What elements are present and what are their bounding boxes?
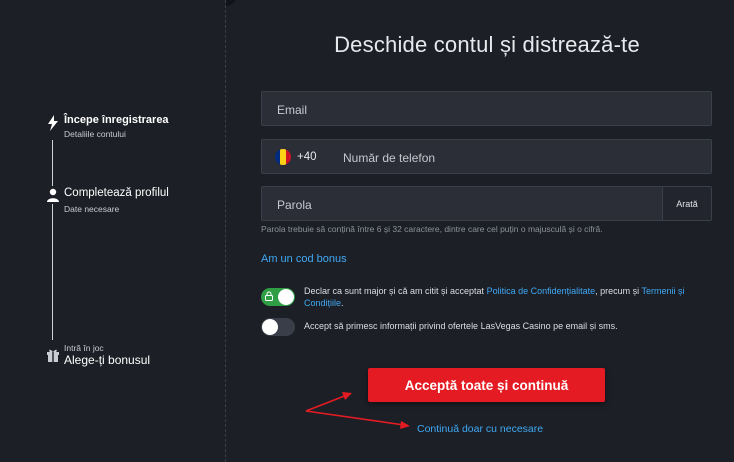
email-field[interactable]	[275, 92, 659, 127]
step-subtitle: Detaliile contului	[64, 129, 126, 139]
steps-connector-line	[52, 140, 53, 340]
lightning-icon	[44, 114, 62, 132]
password-field[interactable]	[275, 187, 659, 222]
romania-flag-icon[interactable]	[275, 149, 291, 165]
step-title: Alege-ți bonusul	[64, 353, 151, 367]
gift-icon	[44, 346, 62, 364]
phone-prefix[interactable]: +40	[297, 151, 317, 163]
phone-field[interactable]	[341, 140, 645, 175]
password-field-container: Arată	[261, 186, 712, 222]
legal-text-before: Declar ca sunt major și că am citit și a…	[304, 286, 487, 296]
marketing-consent-toggle[interactable]	[261, 318, 295, 336]
legal-consent-text: Declar ca sunt major și că am citit și a…	[304, 285, 704, 309]
continue-necessary-link[interactable]: Continuă doar cu necesare	[417, 423, 543, 435]
step-title: Începe înregistrarea	[64, 114, 169, 126]
user-icon	[44, 186, 62, 204]
annotation-arrow-up	[305, 392, 352, 412]
legal-text-after: .	[341, 298, 344, 308]
legal-consent-toggle[interactable]	[261, 288, 295, 306]
legal-text-middle: , precum și	[595, 286, 642, 296]
toggle-knob	[262, 319, 278, 335]
page-title: Deschide contul și distrează-te	[334, 32, 640, 57]
bonus-code-link[interactable]: Am un cod bonus	[261, 253, 347, 265]
accept-all-button[interactable]: Acceptă toate și continuă	[368, 368, 605, 402]
annotation-arrow-down	[305, 410, 410, 429]
step-title: Completează profilul	[64, 187, 169, 199]
toggle-knob	[278, 289, 294, 305]
registration-steps-panel: Începe înregistrarea Detaliile contului …	[0, 0, 226, 462]
email-field-container	[261, 91, 712, 127]
step-subtitle: Intră în joc	[64, 343, 104, 353]
phone-field-container: +40	[261, 139, 712, 175]
privacy-policy-link[interactable]: Politica de Confidențialitate	[487, 286, 596, 296]
password-hint: Parola trebuie să conțină între 6 și 32 …	[261, 224, 603, 234]
lock-icon	[265, 291, 273, 303]
marketing-consent-text: Accept să primesc informații privind ofe…	[304, 321, 618, 331]
step-subtitle: Date necesare	[64, 204, 120, 214]
show-password-button[interactable]: Arată	[662, 187, 711, 220]
